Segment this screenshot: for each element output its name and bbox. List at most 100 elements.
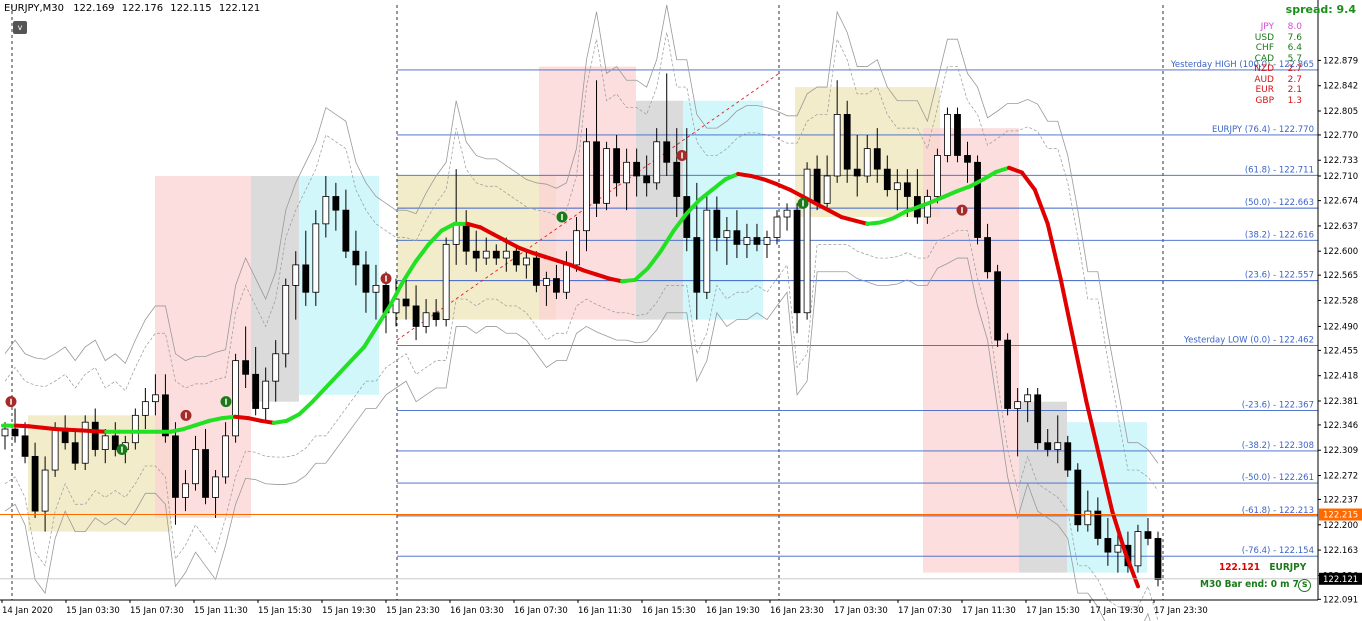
currency-strength-panel: JPY 8.0 USD 7.6 CHF 6.4 CAD 5.7 NZD 2.7 AUD 2.7 EUR 2…	[1240, 22, 1302, 106]
current-price-tag-label: 122.121	[1323, 575, 1358, 585]
time-tick-label: 17 Jan 11:30	[962, 606, 1016, 616]
signal-line-segment	[1071, 338, 1089, 404]
bid-price-tag-label: 122.215	[1323, 511, 1358, 521]
price-tick-label: 122.565	[1323, 271, 1358, 281]
candle-body	[543, 278, 550, 286]
candle-body	[1084, 510, 1092, 526]
candlestick-chart[interactable]: Yesterday HIGH (100.0) - 122.865EURJPY (…	[0, 0, 1362, 621]
candle-body	[212, 476, 219, 498]
price-tick-label: 122.710	[1323, 172, 1358, 182]
candle-body	[1014, 401, 1022, 409]
signal-line-segment	[1045, 221, 1063, 281]
strength-currency: CAD	[1254, 53, 1274, 64]
fib-level-label: (23.6) - 122.557	[1245, 271, 1314, 281]
price-tick-label: 122.490	[1323, 322, 1358, 332]
strength-value: 5.7	[1287, 53, 1302, 64]
candle-body	[372, 285, 380, 293]
candle-body	[422, 312, 430, 327]
strength-currency: NZD	[1254, 64, 1274, 74]
candle-body	[492, 250, 500, 259]
candle-body	[462, 223, 470, 252]
candle-body	[141, 401, 149, 416]
fib-level-label: EURJPY (76.4) - 122.770	[1212, 125, 1314, 135]
candle-body	[292, 264, 300, 286]
candle-body	[131, 414, 139, 444]
candle-body	[1154, 538, 1162, 580]
time-tick-label: 15 Jan 23:30	[386, 606, 440, 616]
candle-body	[412, 305, 420, 327]
candle-body	[633, 161, 641, 177]
candle-body	[1094, 510, 1102, 539]
signal-line-segment	[1032, 187, 1050, 226]
strength-currency: CHF	[1255, 43, 1274, 53]
candle-body	[522, 257, 530, 266]
time-tick-label: 16 Jan 11:30	[578, 606, 632, 616]
candle-body	[984, 237, 991, 273]
price-tick-label: 122.346	[1323, 421, 1358, 431]
price-tick-label: 122.091	[1323, 595, 1358, 605]
fib-level-label: (-23.6) - 122.367	[1242, 401, 1314, 411]
signal-line-segment	[839, 215, 857, 223]
strength-row: GBP 1.3	[1240, 96, 1302, 107]
candle-body	[272, 353, 280, 382]
time-tick-label: 16 Jan 23:30	[770, 606, 824, 616]
fib-level-label: (-38.2) - 122.308	[1242, 441, 1314, 451]
time-tick-label: 17 Jan 19:30	[1090, 606, 1144, 616]
strength-row: AUD 2.7	[1240, 75, 1302, 86]
fib-level-label: (61.8) - 122.711	[1245, 165, 1314, 175]
candle-body	[944, 114, 951, 156]
candle-body	[1024, 394, 1032, 403]
symbol-label: EURJPY,M30	[4, 3, 64, 14]
strength-value: 6.4	[1287, 43, 1302, 53]
signal-line-segment	[761, 177, 779, 187]
price-tick-label: 122.163	[1323, 546, 1358, 556]
one-click-trading-toggle-button[interactable]: v	[13, 21, 27, 34]
zone-box	[1019, 401, 1067, 573]
candle-body	[452, 223, 460, 245]
candle-body	[232, 360, 240, 437]
candle-body	[1114, 544, 1122, 553]
signal-line-segment	[774, 182, 792, 192]
candle-body	[853, 168, 861, 177]
candle-body	[723, 230, 731, 238]
time-tick-label: 15 Jan 19:30	[322, 606, 376, 616]
candle-body	[91, 421, 99, 450]
candle-body	[643, 175, 651, 184]
candle-body	[954, 114, 961, 156]
strength-value: 1.3	[1287, 95, 1302, 106]
price-tick-label: 122.200	[1323, 521, 1358, 531]
candle-body	[432, 312, 440, 320]
strength-currency: EUR	[1255, 85, 1274, 95]
candle-body	[974, 161, 981, 238]
bar-end-timer: M30 Bar end: 0 m 7 s	[1200, 579, 1308, 590]
time-tick-label: 16 Jan 19:30	[706, 606, 760, 616]
candle-body	[994, 271, 1001, 341]
time-tick-label: 17 Jan 03:30	[834, 606, 888, 616]
strength-value: 2.7	[1287, 64, 1302, 74]
candle-body	[1, 428, 9, 437]
fib-level-label: (38.2) - 122.616	[1245, 230, 1314, 240]
candle-body	[402, 298, 410, 307]
candle-body	[653, 141, 661, 184]
ohlc-close: 122.121	[218, 3, 261, 14]
candle-body	[934, 155, 941, 197]
candle-body	[773, 216, 781, 238]
candle-body	[302, 264, 310, 293]
time-tick-label: 14 Jan 2020	[2, 606, 53, 616]
candle-body	[252, 373, 260, 409]
candle-body	[1044, 442, 1052, 450]
candle-body	[31, 455, 39, 512]
time-tick-label: 15 Jan 11:30	[194, 606, 248, 616]
price-tick-label: 122.637	[1323, 222, 1358, 232]
price-tick-label: 122.674	[1323, 197, 1358, 207]
candle-body	[482, 250, 490, 259]
price-tick-label: 122.842	[1323, 82, 1358, 92]
strength-row: EUR 2.1	[1240, 85, 1302, 96]
candle-body	[71, 442, 79, 464]
signal-line-segment	[1058, 276, 1076, 343]
candle-body	[312, 223, 320, 293]
candle-body	[593, 141, 600, 204]
candle-body	[603, 148, 610, 204]
candle-body	[182, 483, 189, 498]
strength-currency: GBP	[1255, 95, 1274, 106]
